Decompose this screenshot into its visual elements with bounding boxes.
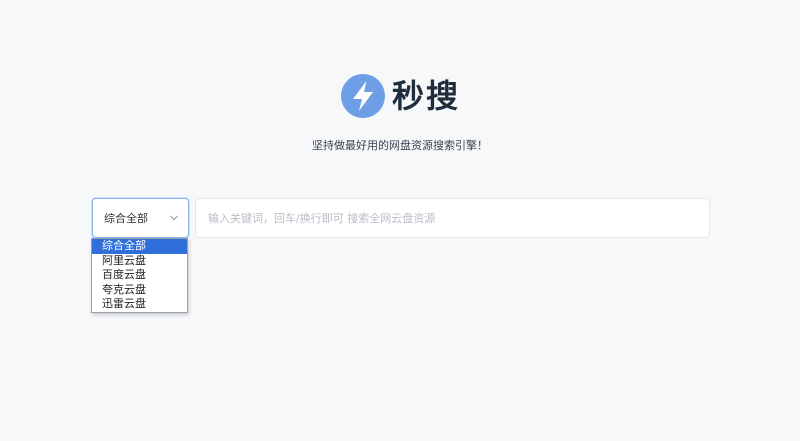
brand-header: 秒搜	[0, 73, 800, 119]
page: 秒搜 坚持做最好用的网盘资源搜索引擎！ 综合全部 综合全部 阿里云盘 百度云盘 …	[0, 0, 800, 441]
brand-name: 秒搜	[391, 77, 460, 115]
dropdown-option-quark[interactable]: 夸克云盘	[92, 283, 187, 298]
tagline: 坚持做最好用的网盘资源搜索引擎！	[312, 139, 488, 152]
search-type-selected-value: 综合全部	[104, 212, 148, 225]
search-bar: 综合全部	[92, 198, 710, 238]
search-type-dropdown: 综合全部 阿里云盘 百度云盘 夸克云盘 迅雷云盘	[91, 238, 188, 313]
search-input[interactable]	[195, 198, 710, 238]
dropdown-option-all[interactable]: 综合全部	[92, 239, 187, 254]
dropdown-option-xunlei[interactable]: 迅雷云盘	[92, 297, 187, 312]
dropdown-option-aliyun[interactable]: 阿里云盘	[92, 254, 187, 269]
lightning-bolt-icon	[340, 74, 385, 118]
search-type-select[interactable]: 综合全部	[92, 198, 189, 238]
chevron-down-icon	[170, 215, 178, 221]
dropdown-option-baidu[interactable]: 百度云盘	[92, 268, 187, 283]
